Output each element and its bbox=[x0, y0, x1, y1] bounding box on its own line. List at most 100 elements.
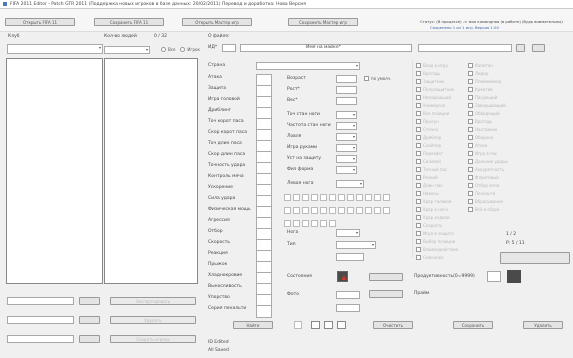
nat-button-a[interactable] bbox=[516, 44, 525, 52]
foot-combo[interactable] bbox=[336, 229, 360, 237]
skill-box[interactable] bbox=[311, 194, 318, 201]
foot-freq-combo[interactable] bbox=[336, 122, 357, 130]
left-foot-combo[interactable] bbox=[336, 180, 364, 188]
skill-box[interactable] bbox=[320, 207, 327, 214]
nav-box-2[interactable] bbox=[324, 321, 333, 329]
trait-checkbox[interactable] bbox=[468, 199, 473, 204]
skill-box[interactable] bbox=[284, 194, 291, 201]
save-master-button[interactable]: Сохранить Мастер игр bbox=[288, 18, 358, 26]
skill-box[interactable] bbox=[338, 207, 345, 214]
fitness-combo[interactable] bbox=[336, 166, 357, 174]
club-list[interactable] bbox=[6, 58, 103, 284]
skill-box[interactable] bbox=[365, 194, 372, 201]
state-button[interactable] bbox=[369, 273, 403, 281]
trait-checkbox[interactable] bbox=[468, 79, 473, 84]
skill-box[interactable] bbox=[320, 220, 327, 227]
trait-checkbox[interactable] bbox=[416, 127, 421, 132]
search-button-1[interactable] bbox=[79, 297, 100, 305]
skill-box[interactable] bbox=[338, 194, 345, 201]
skill-box[interactable] bbox=[374, 194, 381, 201]
catching-combo[interactable] bbox=[336, 133, 357, 141]
height-input[interactable] bbox=[336, 86, 357, 94]
skill-box[interactable] bbox=[383, 194, 390, 201]
skill-box[interactable] bbox=[284, 220, 291, 227]
skill-box[interactable] bbox=[302, 220, 309, 227]
attr-input-21[interactable] bbox=[256, 305, 272, 318]
clear-button[interactable]: Очистить bbox=[373, 321, 413, 329]
nationality-input[interactable] bbox=[418, 44, 512, 52]
photo-input-2[interactable] bbox=[336, 304, 360, 312]
extra-input[interactable] bbox=[336, 253, 364, 261]
state-indicator[interactable] bbox=[337, 271, 348, 282]
export-button[interactable]: Экспортировать bbox=[110, 297, 196, 305]
skill-box[interactable] bbox=[374, 207, 381, 214]
trait-checkbox[interactable] bbox=[468, 159, 473, 164]
skill-box[interactable] bbox=[347, 194, 354, 201]
nat-button-b[interactable] bbox=[532, 44, 545, 52]
trait-checkbox[interactable] bbox=[468, 191, 473, 196]
trait-checkbox[interactable] bbox=[468, 167, 473, 172]
radio-other[interactable] bbox=[180, 47, 186, 52]
search-input-3[interactable] bbox=[7, 335, 74, 343]
players-combo[interactable] bbox=[104, 46, 150, 54]
skill-box[interactable] bbox=[302, 207, 309, 214]
trait-checkbox[interactable] bbox=[416, 143, 421, 148]
age-input[interactable] bbox=[336, 75, 357, 83]
country-combo[interactable] bbox=[256, 62, 360, 70]
trait-checkbox[interactable] bbox=[468, 103, 473, 108]
type-combo[interactable] bbox=[336, 241, 376, 249]
radio-all[interactable] bbox=[161, 47, 166, 52]
color-swatch[interactable] bbox=[507, 270, 521, 283]
trait-checkbox[interactable] bbox=[416, 103, 421, 108]
skill-box[interactable] bbox=[356, 207, 363, 214]
weight-input[interactable] bbox=[336, 97, 357, 105]
search-input-2[interactable] bbox=[7, 316, 74, 324]
skill-box[interactable] bbox=[284, 207, 291, 214]
search-button-2[interactable] bbox=[79, 316, 100, 324]
trait-checkbox[interactable] bbox=[416, 71, 421, 76]
trait-checkbox[interactable] bbox=[416, 63, 421, 68]
delete-bottom-button[interactable]: Удалить bbox=[523, 321, 563, 329]
skill-box[interactable] bbox=[320, 194, 327, 201]
players-list[interactable] bbox=[104, 58, 198, 284]
trait-checkbox[interactable] bbox=[416, 135, 421, 140]
trait-checkbox[interactable] bbox=[468, 175, 473, 180]
productivity-input[interactable] bbox=[487, 271, 501, 282]
trait-checkbox[interactable] bbox=[416, 87, 421, 92]
club-combo[interactable] bbox=[7, 44, 103, 54]
delete-button[interactable]: Удалить bbox=[110, 316, 196, 324]
skill-box[interactable] bbox=[365, 207, 372, 214]
skill-box[interactable] bbox=[293, 220, 300, 227]
skill-box[interactable] bbox=[293, 194, 300, 201]
trait-checkbox[interactable] bbox=[468, 111, 473, 116]
nav-box-3[interactable] bbox=[337, 321, 346, 329]
trait-checkbox[interactable] bbox=[416, 215, 421, 220]
skill-box[interactable] bbox=[302, 194, 309, 201]
trait-checkbox[interactable] bbox=[416, 223, 421, 228]
trait-checkbox[interactable] bbox=[416, 151, 421, 156]
trait-checkbox[interactable] bbox=[416, 207, 421, 212]
nav-box-1[interactable] bbox=[311, 321, 320, 329]
trait-checkbox[interactable] bbox=[416, 231, 421, 236]
trait-checkbox[interactable] bbox=[416, 159, 421, 164]
trait-checkbox[interactable] bbox=[468, 135, 473, 140]
trait-checkbox[interactable] bbox=[416, 239, 421, 244]
create-player-button[interactable]: Создать игрока bbox=[110, 335, 196, 343]
skill-box[interactable] bbox=[383, 207, 390, 214]
open-fifa-button[interactable]: Открыть FIFA 11 bbox=[5, 18, 75, 26]
skill-box[interactable] bbox=[311, 207, 318, 214]
trait-checkbox[interactable] bbox=[416, 79, 421, 84]
find-button[interactable]: Найти bbox=[233, 321, 273, 329]
trait-checkbox[interactable] bbox=[468, 63, 473, 68]
trait-checkbox[interactable] bbox=[468, 127, 473, 132]
trait-checkbox[interactable] bbox=[416, 175, 421, 180]
trait-checkbox[interactable] bbox=[416, 119, 421, 124]
defense-combo[interactable] bbox=[336, 155, 357, 163]
trait-checkbox[interactable] bbox=[468, 143, 473, 148]
photo-input[interactable] bbox=[336, 291, 360, 299]
trait-checkbox[interactable] bbox=[468, 119, 473, 124]
id-input[interactable] bbox=[222, 44, 236, 52]
trait-checkbox[interactable] bbox=[416, 167, 421, 172]
photo-button[interactable] bbox=[369, 290, 403, 298]
apply-button[interactable] bbox=[500, 252, 570, 264]
